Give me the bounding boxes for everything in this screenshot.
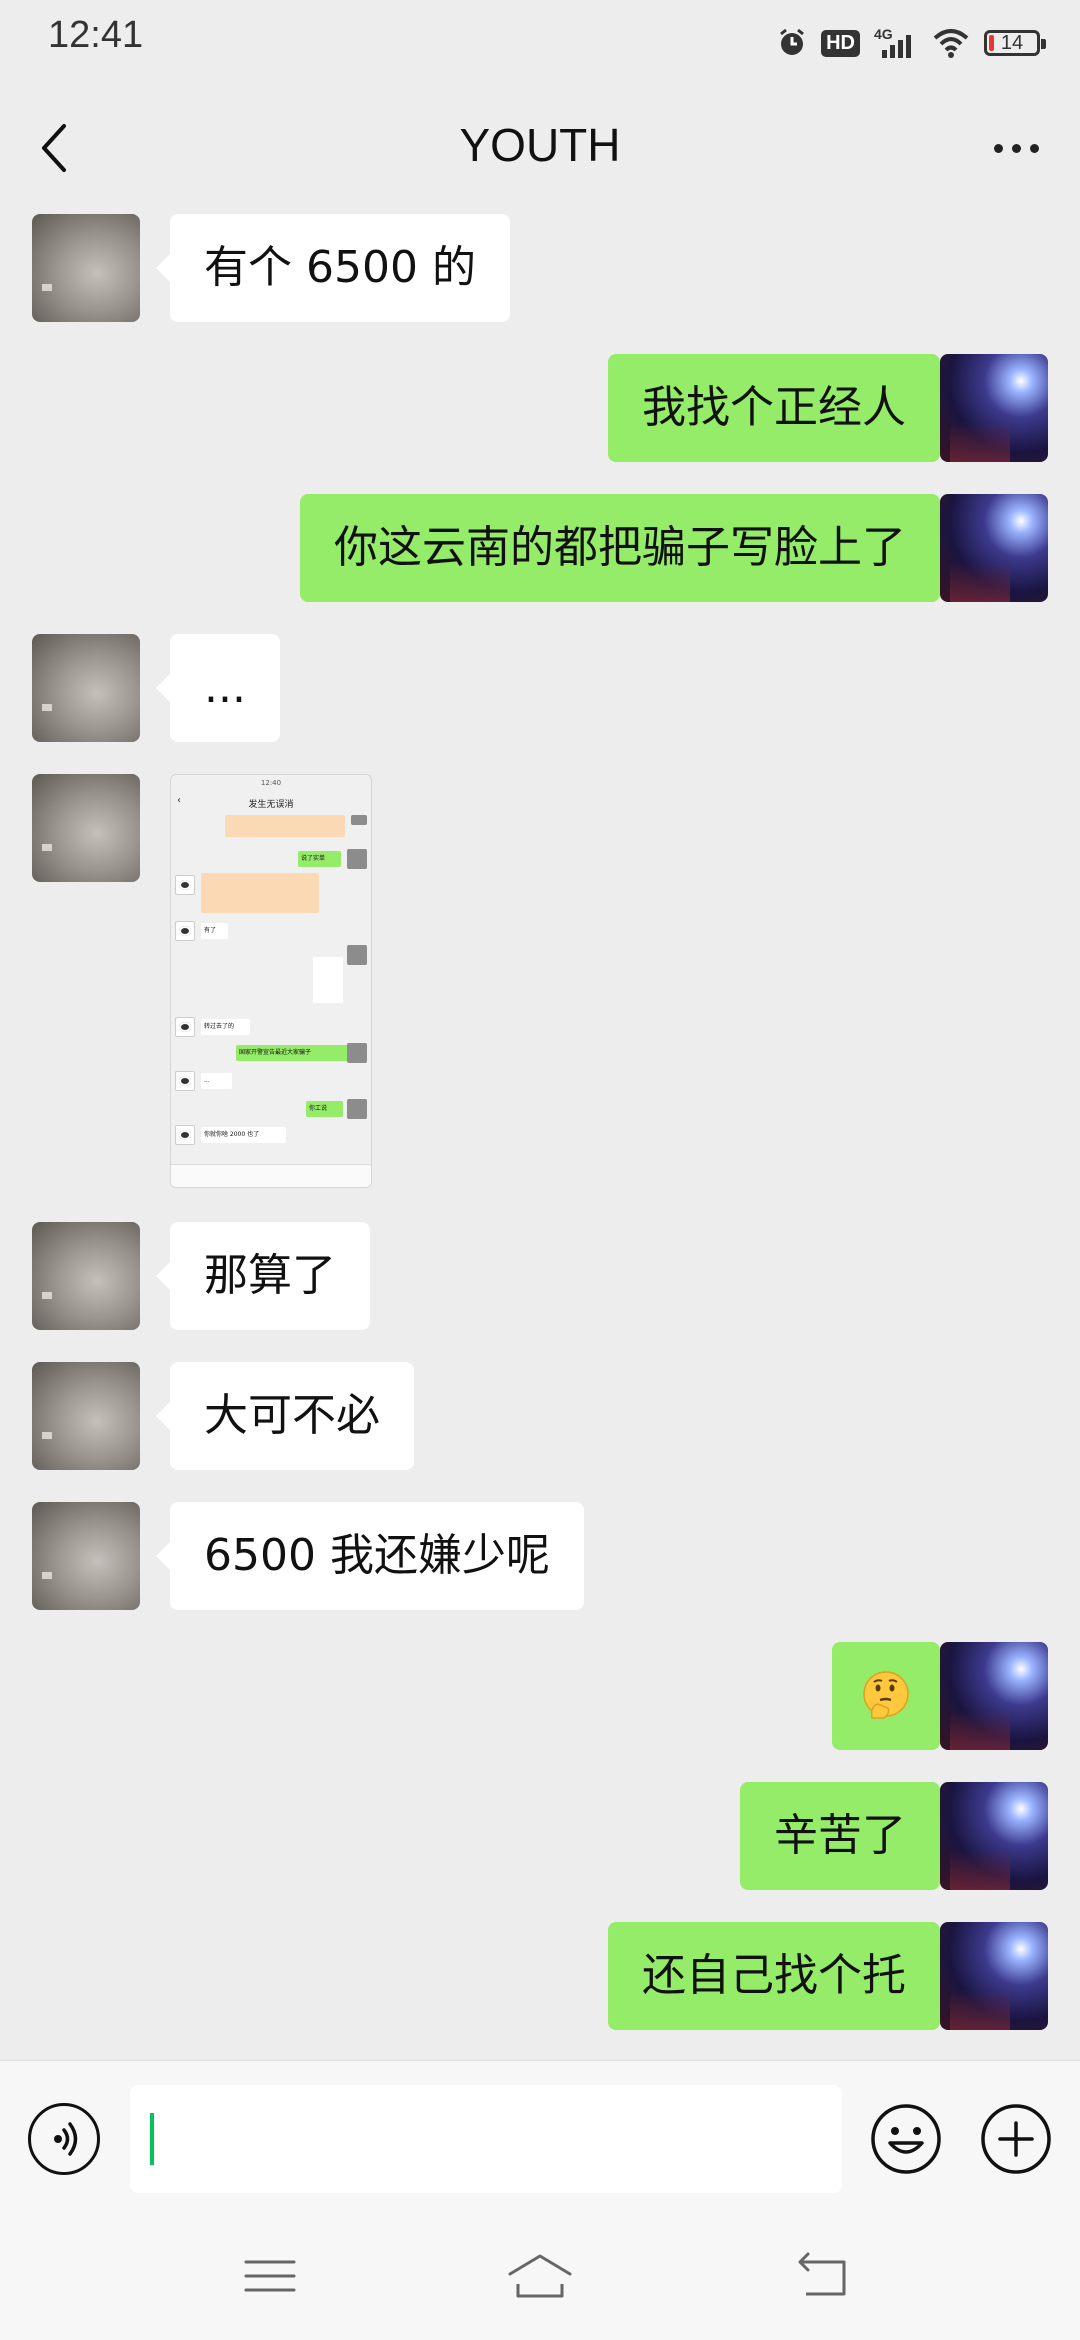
message-bubble[interactable]: 还自己找个托	[608, 1922, 954, 2030]
more-dots-icon[interactable]	[986, 120, 1046, 176]
thumbnail-avatar	[347, 849, 367, 869]
contact-avatar[interactable]	[32, 774, 140, 882]
thumbnail-bubble: 说了实单	[298, 851, 341, 867]
message-bubble[interactable]: 我找个正经人	[608, 354, 954, 462]
my-avatar[interactable]	[940, 354, 1048, 462]
thumbnail-avatar	[175, 875, 195, 895]
screenshot-thumbnail[interactable]: 12:40 ‹ 发生无误消 说了实单 有了 转过去了的 国家开警宣告最近大家骗子…	[170, 774, 372, 1188]
message-bubble[interactable]: 你这云南的都把骗子写脸上了	[300, 494, 954, 602]
message-bubble[interactable]	[832, 1642, 954, 1750]
contact-avatar[interactable]	[32, 1502, 140, 1610]
thumbnail-bubble: 国家开警宣告最近大家骗子	[236, 1045, 349, 1061]
thumbnail-avatar	[175, 921, 195, 941]
thumbnail-input-bar	[171, 1164, 371, 1187]
message-bubble[interactable]: 辛苦了	[740, 1782, 954, 1890]
thumbnail-bubble: 转过去了的	[201, 1019, 250, 1035]
signal-icon: 4G	[874, 26, 911, 58]
thinking-face-emoji	[863, 1671, 909, 1719]
plus-icon[interactable]	[980, 2103, 1052, 2175]
chat-messages[interactable]: 有个 6500 的 我找个正经人 你这云南的都把骗子写脸上了 ... 12:40…	[0, 212, 1080, 2060]
thumbnail-avatar	[175, 1125, 195, 1145]
battery-level: 14	[1000, 31, 1024, 54]
message-bubble[interactable]: 6500 我还嫌少呢	[156, 1502, 584, 1610]
my-avatar[interactable]	[940, 1782, 1048, 1890]
thumbnail-bubble: 有了	[201, 923, 228, 939]
thumbnail-bubble	[201, 873, 319, 913]
thumbnail-avatar	[347, 1043, 367, 1063]
message-bubble[interactable]: ...	[156, 634, 280, 742]
wifi-icon	[933, 29, 969, 58]
message-input[interactable]	[130, 2085, 842, 2193]
status-icons: HD 4G 14	[777, 18, 1046, 68]
contact-avatar[interactable]	[32, 214, 140, 322]
thumbnail-status-time: 12:40	[260, 779, 282, 787]
contact-avatar[interactable]	[32, 1362, 140, 1470]
my-avatar[interactable]	[940, 494, 1048, 602]
thumbnail-bubble: 你就你啥 2000 也了	[201, 1127, 286, 1143]
contact-avatar[interactable]	[32, 1222, 140, 1330]
thumbnail-title: 发生无误消	[248, 800, 294, 810]
message-bubble[interactable]: 大可不必	[156, 1362, 414, 1470]
menu-icon[interactable]	[242, 2248, 298, 2304]
thumbnail-bubble	[313, 957, 343, 1003]
voice-icon[interactable]	[28, 2103, 100, 2175]
my-avatar[interactable]	[940, 1642, 1048, 1750]
system-navigation	[0, 2220, 1080, 2340]
thumbnail-avatar	[175, 1071, 195, 1091]
alarm-icon	[780, 28, 805, 55]
battery-icon: 14	[984, 30, 1046, 56]
thumbnail-avatar	[347, 1099, 367, 1119]
thumbnail-avatar	[351, 815, 367, 825]
my-avatar[interactable]	[940, 1922, 1048, 2030]
status-bar: 12:41 HD 4G 14	[0, 0, 1080, 84]
thumbnail-bubble	[225, 815, 345, 837]
input-bar	[0, 2060, 1080, 2221]
hd-icon: HD	[821, 29, 860, 57]
thumbnail-bubble: 你工说	[306, 1101, 343, 1117]
back-icon[interactable]	[792, 2248, 852, 2304]
message-bubble[interactable]: 那算了	[156, 1222, 370, 1330]
chat-header: YOUTH	[0, 84, 1080, 212]
status-time: 12:41	[48, 14, 144, 56]
svg-text:4G: 4G	[874, 26, 893, 42]
smiley-icon[interactable]	[870, 2103, 942, 2175]
text-cursor	[150, 2113, 154, 2165]
chat-title: YOUTH	[459, 119, 621, 171]
thumbnail-avatar	[347, 945, 367, 965]
home-icon[interactable]	[504, 2248, 576, 2304]
message-bubble[interactable]: 有个 6500 的	[156, 214, 510, 322]
thumbnail-avatar	[175, 1017, 195, 1037]
thumbnail-bubble: ...	[201, 1073, 232, 1089]
contact-avatar[interactable]	[32, 634, 140, 742]
